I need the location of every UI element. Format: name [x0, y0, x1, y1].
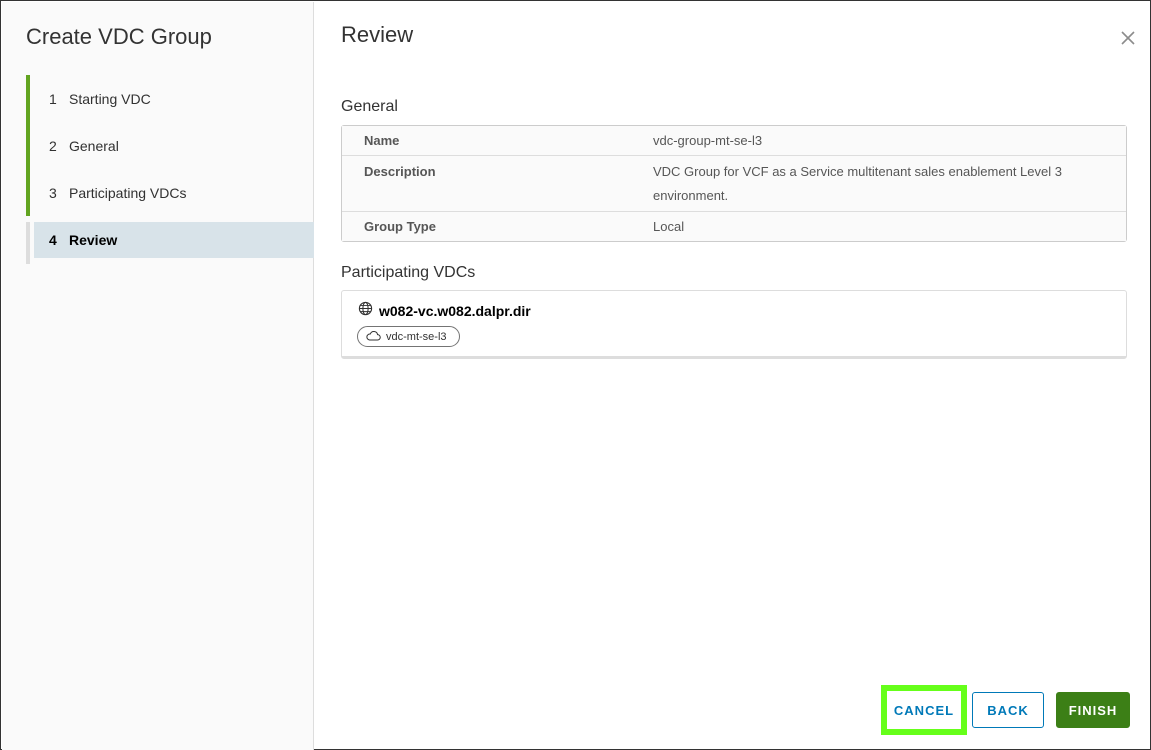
step-label: Participating VDCs: [69, 184, 187, 201]
step-number: 2: [49, 137, 57, 154]
globe-icon: [358, 301, 373, 321]
wizard-sidebar: Create VDC Group 1 Starting VDC 2 Genera…: [2, 2, 314, 750]
detail-row-name: Name vdc-group-mt-se-l3: [342, 126, 1126, 156]
site-name: w082-vc.w082.dalpr.dir: [379, 303, 531, 319]
step-label: Starting VDC: [69, 90, 151, 107]
participating-vdcs-section-title: Participating VDCs: [341, 264, 476, 281]
wizard-step-general[interactable]: 2 General: [26, 122, 314, 169]
detail-row-description: Description VDC Group for VCF as a Servi…: [342, 156, 1126, 212]
detail-row-group-type: Group Type Local: [342, 212, 1126, 241]
vdc-chip: vdc-mt-se-l3: [357, 326, 460, 347]
wizard-step-review[interactable]: 4 Review: [26, 222, 314, 264]
wizard-steps: 1 Starting VDC 2 General 3 Participating…: [26, 75, 314, 264]
step-number: 4: [49, 232, 57, 248]
back-button[interactable]: BACK: [972, 692, 1044, 728]
step-number: 1: [49, 90, 57, 107]
wizard-title: Create VDC Group: [26, 24, 212, 49]
wizard-step-starting-vdc[interactable]: 1 Starting VDC: [26, 75, 314, 122]
cloud-icon: [366, 330, 381, 344]
detail-key: Description: [364, 164, 436, 179]
detail-value: Local: [653, 219, 685, 234]
create-vdc-group-dialog: Create VDC Group 1 Starting VDC 2 Genera…: [0, 0, 1151, 750]
general-section-title: General: [341, 98, 398, 115]
participating-vdc-card: w082-vc.w082.dalpr.dir vdc-mt-se-l3: [341, 290, 1127, 359]
step-label: General: [69, 137, 119, 154]
detail-key: Name: [364, 133, 400, 148]
finish-button[interactable]: FINISH: [1056, 692, 1130, 728]
wizard-content: Review General Name vdc-group-mt-se-l3 D…: [315, 2, 1151, 750]
step-label: Review: [69, 232, 118, 248]
page-title: Review: [341, 22, 414, 47]
site-header: w082-vc.w082.dalpr.dir: [358, 301, 531, 321]
detail-value: vdc-group-mt-se-l3: [653, 133, 763, 148]
cancel-button[interactable]: CANCEL: [881, 685, 967, 735]
general-details-table: Name vdc-group-mt-se-l3 Description VDC …: [341, 125, 1127, 242]
vdc-chip-label: vdc-mt-se-l3: [386, 330, 447, 343]
step-number: 3: [49, 184, 57, 201]
wizard-step-participating-vdcs[interactable]: 3 Participating VDCs: [26, 169, 314, 216]
close-icon[interactable]: [1118, 28, 1138, 48]
detail-value: VDC Group for VCF as a Service multitena…: [653, 164, 1062, 203]
detail-key: Group Type: [364, 219, 436, 234]
